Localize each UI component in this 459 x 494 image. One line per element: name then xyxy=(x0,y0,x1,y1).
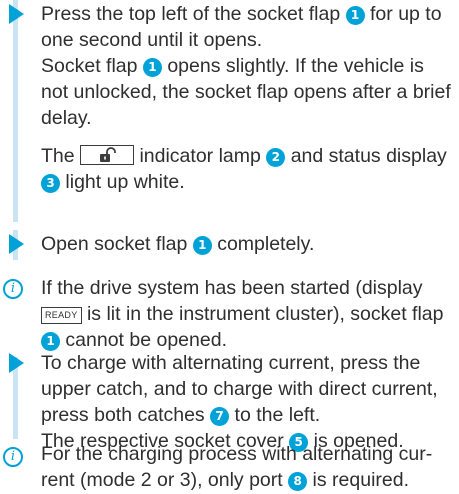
info-icon: i xyxy=(3,279,23,299)
callout-1: 1 xyxy=(41,332,60,351)
note-1-text: If the drive system has been started (di… xyxy=(41,277,444,351)
step-arrow-icon xyxy=(9,234,24,254)
unlocked-padlock-icon xyxy=(80,145,135,165)
step-arrow-icon xyxy=(9,353,24,373)
step-1-bar xyxy=(13,0,18,222)
callout-7: 7 xyxy=(210,407,230,426)
ready-indicator-label: READY xyxy=(41,307,82,324)
callout-8: 8 xyxy=(288,472,308,491)
callout-3: 3 xyxy=(41,174,60,193)
step-arrow-icon xyxy=(9,4,24,24)
callout-1: 1 xyxy=(192,236,212,255)
step-1-result: Socket flap 1 opens slightly. If the veh… xyxy=(41,55,451,129)
callout-2: 2 xyxy=(266,148,286,167)
step-3-text: To charge with alternating current, pres… xyxy=(41,352,438,452)
callout-1: 1 xyxy=(345,6,365,25)
step-2-text: Open socket flap 1 completely. xyxy=(41,233,315,255)
info-icon: i xyxy=(3,447,23,467)
callout-1: 1 xyxy=(142,58,162,77)
step-1-text: Press the top left of the socket flap 1 … xyxy=(41,1,453,195)
step-1-lamp: The indicator lamp 2 and status display 3… xyxy=(41,145,447,193)
note-2-text: For the charging process with alternatin… xyxy=(41,443,433,491)
step-1-instruction: Press the top left of the socket flap 1 … xyxy=(41,3,442,51)
